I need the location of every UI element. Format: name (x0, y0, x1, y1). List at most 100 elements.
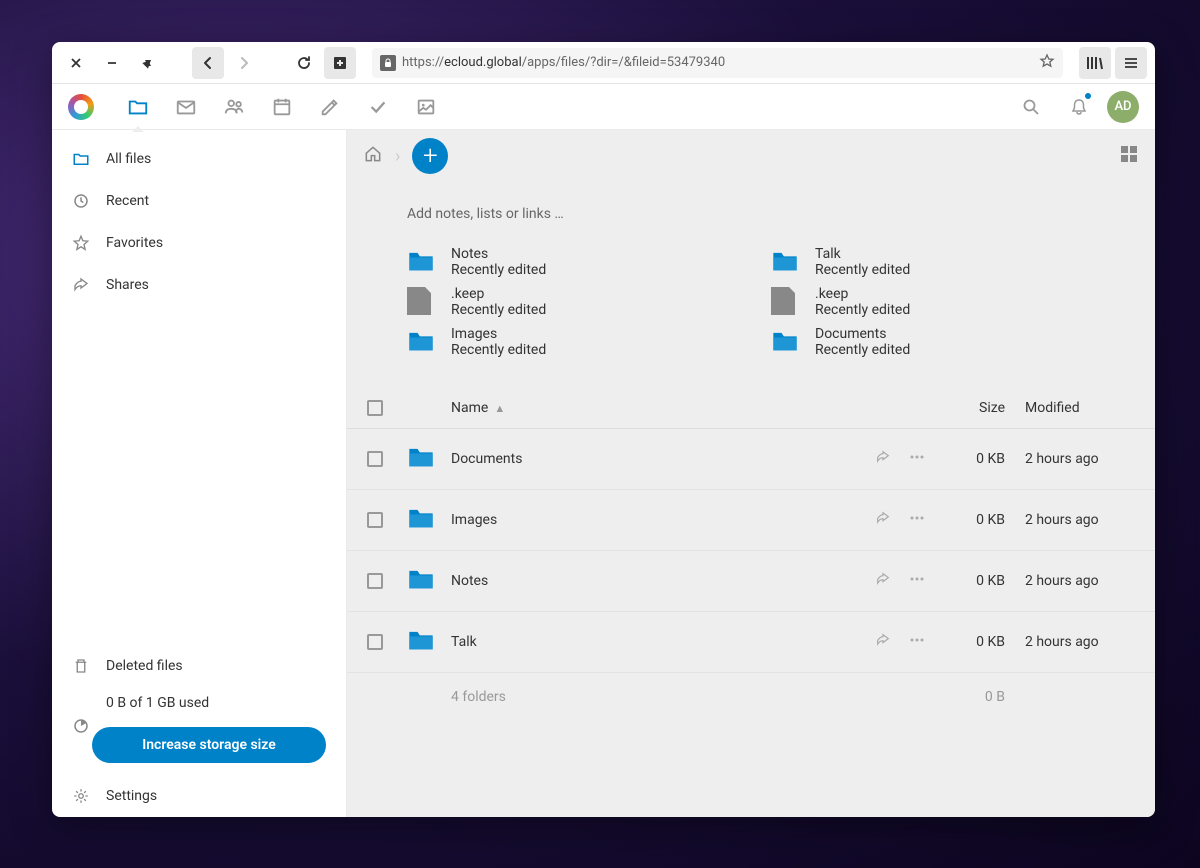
increase-storage-button[interactable]: Increase storage size (92, 727, 326, 763)
bookmark-star-icon[interactable] (1039, 53, 1055, 73)
row-checkbox[interactable] (367, 512, 383, 528)
browser-window: https://ecloud.global/apps/files/?dir=/&… (52, 42, 1155, 817)
sidebar-item-favorites[interactable]: Favorites (52, 222, 346, 264)
folder-icon (407, 247, 437, 277)
nav-tasks-icon[interactable] (358, 87, 398, 127)
sort-arrow-icon: ▲ (494, 402, 505, 415)
breadcrumb: › + (347, 130, 1155, 182)
table-header: Name▲ Size Modified (347, 388, 1155, 429)
recent-item-sub: Recently edited (451, 302, 546, 318)
share-icon[interactable] (875, 449, 891, 469)
library-button[interactable] (1079, 47, 1111, 79)
table-row[interactable]: Documents 0 KB 2 hours ago (347, 429, 1155, 490)
folder-icon (771, 327, 801, 357)
column-name[interactable]: Name▲ (451, 400, 815, 416)
share-icon[interactable] (875, 571, 891, 591)
folder-icon (72, 150, 90, 168)
add-button[interactable]: + (412, 138, 448, 174)
recent-item[interactable]: Talk Recently edited (771, 246, 1095, 278)
folder-icon (407, 565, 451, 597)
new-tab-button[interactable] (324, 47, 356, 79)
avatar[interactable]: AD (1107, 91, 1139, 123)
menu-button[interactable] (1115, 47, 1147, 79)
row-size: 0 KB (925, 451, 1005, 467)
recent-item-sub: Recently edited (451, 342, 546, 358)
nav-photos-icon[interactable] (406, 87, 446, 127)
share-icon[interactable] (875, 510, 891, 530)
lock-icon (380, 55, 396, 71)
back-button[interactable] (192, 47, 224, 79)
select-all-checkbox[interactable] (367, 400, 383, 416)
column-size[interactable]: Size (925, 400, 1005, 416)
storage-text: 0 B of 1 GB used (106, 695, 209, 711)
table-row[interactable]: Images 0 KB 2 hours ago (347, 490, 1155, 551)
pie-icon (72, 717, 90, 739)
sidebar-item-deleted[interactable]: Deleted files (52, 645, 346, 687)
nav-notes-icon[interactable] (310, 87, 350, 127)
minimize-button[interactable] (96, 47, 128, 79)
home-icon[interactable] (363, 144, 383, 168)
row-size: 0 KB (925, 634, 1005, 650)
recent-item[interactable]: .keep Recently edited (407, 286, 731, 318)
recent-item-sub: Recently edited (451, 262, 546, 278)
table-row[interactable]: Notes 0 KB 2 hours ago (347, 551, 1155, 612)
recent-item-name: Documents (815, 326, 910, 342)
search-icon[interactable] (1011, 87, 1051, 127)
notes-hint[interactable]: Add notes, lists or links … (347, 182, 1155, 234)
url-bar[interactable]: https://ecloud.global/apps/files/?dir=/&… (372, 48, 1063, 78)
nav-files-icon[interactable] (118, 87, 158, 127)
recent-grid: Notes Recently edited Talk Recently edit… (347, 234, 1155, 388)
recent-item-name: Talk (815, 246, 910, 262)
share-icon[interactable] (875, 632, 891, 652)
nav-mail-icon[interactable] (166, 87, 206, 127)
sidebar-item-recent[interactable]: Recent (52, 180, 346, 222)
recent-item-name: Notes (451, 246, 546, 262)
row-name: Talk (451, 634, 815, 650)
reload-button[interactable] (288, 47, 320, 79)
close-button[interactable] (60, 47, 92, 79)
row-size: 0 KB (925, 573, 1005, 589)
notifications-icon[interactable] (1059, 87, 1099, 127)
recent-item[interactable]: Images Recently edited (407, 326, 731, 358)
file-icon (407, 287, 437, 317)
app-logo[interactable] (68, 94, 94, 120)
folder-icon (407, 327, 437, 357)
app-header: AD (52, 84, 1155, 130)
recent-item[interactable]: Notes Recently edited (407, 246, 731, 278)
row-name: Documents (451, 451, 815, 467)
recent-item[interactable]: .keep Recently edited (771, 286, 1095, 318)
file-table: Name▲ Size Modified Documents 0 KB 2 hou… (347, 388, 1155, 721)
sidebar-item-settings[interactable]: Settings (52, 775, 346, 817)
nav-contacts-icon[interactable] (214, 87, 254, 127)
sidebar-item-label: Deleted files (106, 658, 183, 674)
table-summary: 4 folders 0 B (347, 673, 1155, 721)
recent-item-name: Images (451, 326, 546, 342)
more-icon[interactable] (909, 632, 925, 652)
row-modified: 2 hours ago (1005, 573, 1135, 589)
recent-item-name: .keep (815, 286, 910, 302)
star-icon (72, 234, 90, 252)
folder-icon (771, 247, 801, 277)
sidebar-item-label: Shares (106, 277, 149, 293)
sidebar-item-all-files[interactable]: All files (52, 138, 346, 180)
more-icon[interactable] (909, 510, 925, 530)
chevron-right-icon: › (395, 146, 400, 167)
recent-item-sub: Recently edited (815, 302, 910, 318)
row-modified: 2 hours ago (1005, 512, 1135, 528)
more-icon[interactable] (909, 449, 925, 469)
maximize-button[interactable] (132, 47, 164, 79)
forward-button[interactable] (228, 47, 260, 79)
recent-item[interactable]: Documents Recently edited (771, 326, 1095, 358)
storage-info: 0 B of 1 GB used (52, 687, 346, 719)
grid-view-icon[interactable] (1119, 144, 1139, 168)
column-modified[interactable]: Modified (1005, 400, 1135, 416)
row-checkbox[interactable] (367, 451, 383, 467)
more-icon[interactable] (909, 571, 925, 591)
sidebar-item-shares[interactable]: Shares (52, 264, 346, 306)
titlebar: https://ecloud.global/apps/files/?dir=/&… (52, 42, 1155, 84)
nav-calendar-icon[interactable] (262, 87, 302, 127)
table-row[interactable]: Talk 0 KB 2 hours ago (347, 612, 1155, 673)
row-checkbox[interactable] (367, 634, 383, 650)
folder-icon (407, 443, 451, 475)
row-checkbox[interactable] (367, 573, 383, 589)
